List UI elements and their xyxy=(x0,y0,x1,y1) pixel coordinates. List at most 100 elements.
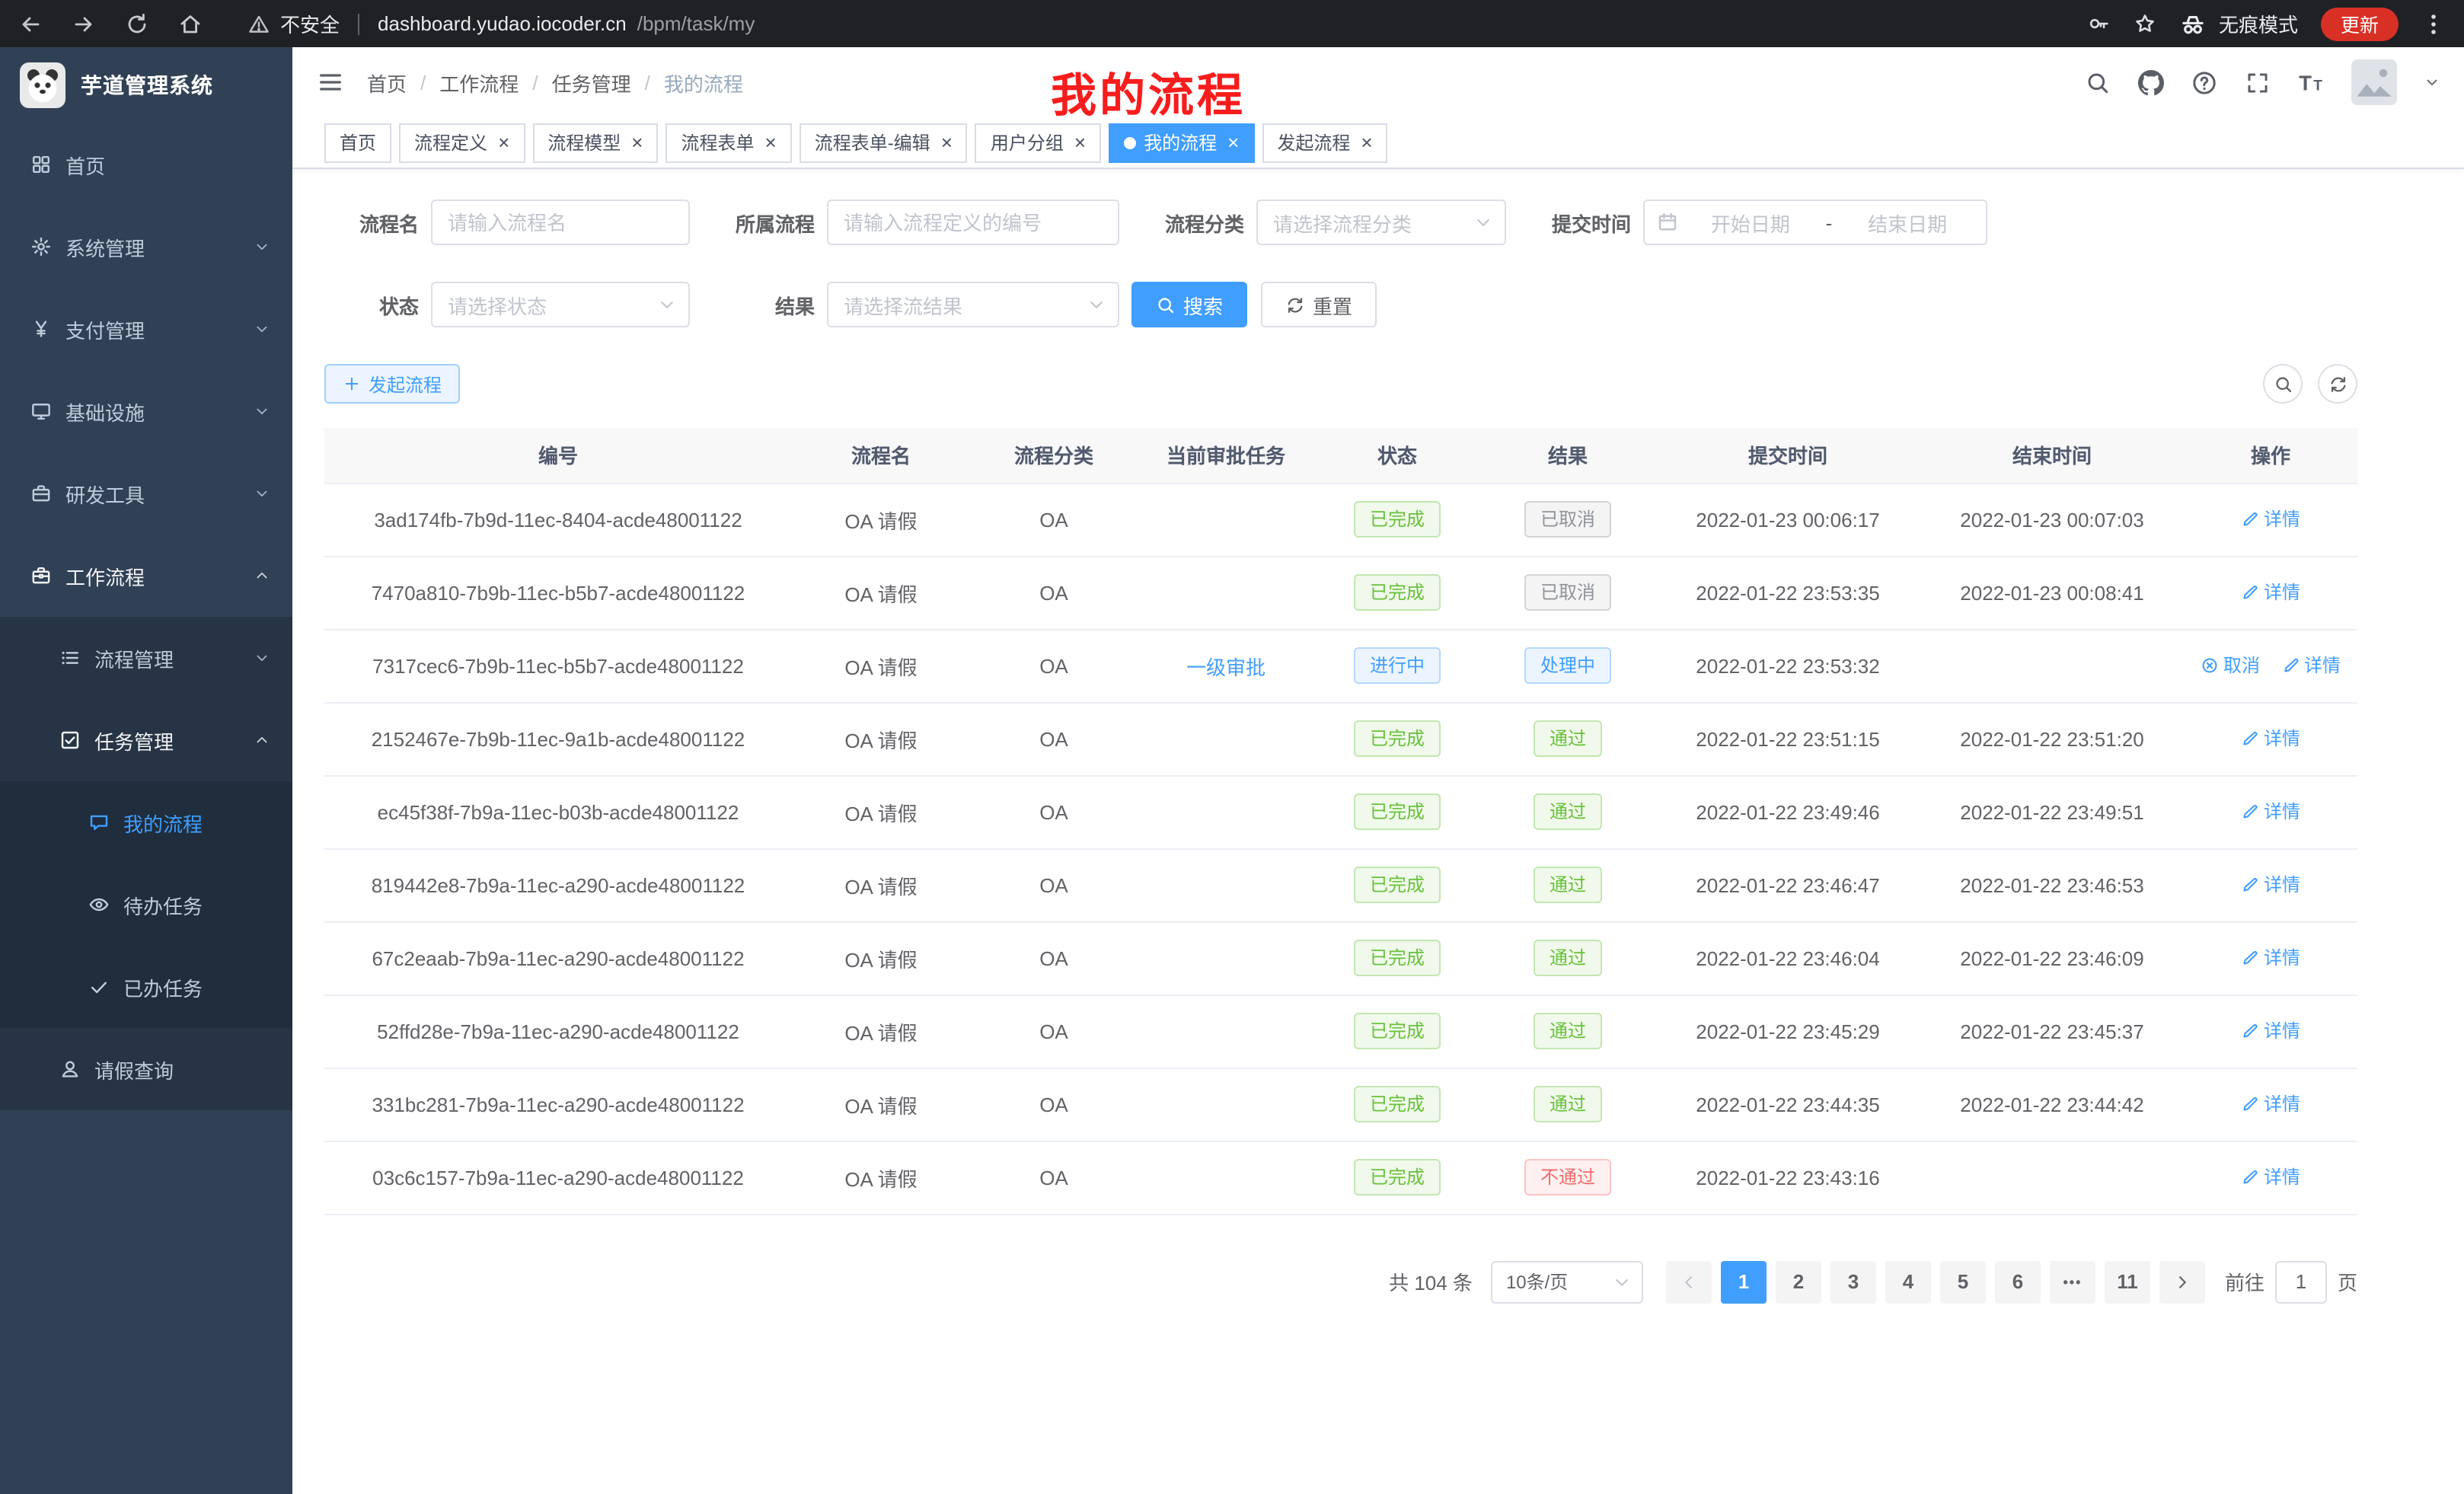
github-icon[interactable] xyxy=(2138,69,2164,95)
app-logo[interactable]: 芋道管理系统 xyxy=(0,47,292,123)
page-button-6[interactable]: 6 xyxy=(1995,1260,2041,1303)
user-avatar[interactable] xyxy=(2351,59,2397,105)
tab-start-process[interactable]: 发起流程× xyxy=(1262,123,1387,162)
avatar-caret-icon[interactable] xyxy=(2424,75,2440,90)
result-select[interactable]: 请选择流结果 xyxy=(827,282,1119,327)
detail-action-link[interactable]: 详情 xyxy=(2241,726,2300,752)
sidebar-item-workflow[interactable]: 工作流程 xyxy=(0,535,292,617)
show-search-button[interactable] xyxy=(2263,364,2303,404)
page-button-2[interactable]: 2 xyxy=(1776,1260,1821,1303)
font-size-icon[interactable]: TT xyxy=(2298,69,2324,95)
page-button-4[interactable]: 4 xyxy=(1885,1260,1931,1303)
page-button-1[interactable]: 1 xyxy=(1721,1260,1767,1303)
browser-back-icon[interactable] xyxy=(18,11,43,36)
table-row: 3ad174fb-7b9d-11ec-8404-acde48001122OA 请… xyxy=(324,483,2357,556)
tab-process-model[interactable]: 流程模型× xyxy=(532,123,658,162)
start-process-button[interactable]: 发起流程 xyxy=(324,364,460,404)
page-size-select[interactable]: 10条/页 xyxy=(1491,1260,1643,1303)
search-button[interactable]: 搜索 xyxy=(1131,282,1247,327)
detail-action-link[interactable]: 详情 xyxy=(2241,1164,2300,1190)
fullscreen-icon[interactable] xyxy=(2245,69,2271,95)
tab-close-icon[interactable]: × xyxy=(765,132,777,152)
edit-icon xyxy=(2241,729,2259,748)
detail-action-link[interactable]: 详情 xyxy=(2241,872,2300,898)
cell-actions: 详情 xyxy=(2184,1068,2357,1141)
tab-process-form[interactable]: 流程表单× xyxy=(665,123,791,162)
eye-icon xyxy=(88,894,110,915)
cell-process-name: OA 请假 xyxy=(792,921,970,994)
sidebar-item-payment[interactable]: 支付管理 xyxy=(0,288,292,370)
reset-button[interactable]: 重置 xyxy=(1261,282,1377,327)
breadcrumb-item[interactable]: 任务管理 xyxy=(552,68,631,97)
sidebar-toggle-icon[interactable] xyxy=(317,69,344,96)
detail-action-link[interactable]: 详情 xyxy=(2241,579,2300,605)
cell-category: OA xyxy=(970,994,1138,1068)
sidebar-item-label: 流程管理 xyxy=(94,643,174,672)
next-page-button[interactable] xyxy=(2159,1260,2205,1303)
password-key-icon[interactable] xyxy=(2088,12,2111,35)
cell-end-time: 2022-01-22 23:45:37 xyxy=(1920,994,2184,1068)
breadcrumb-item[interactable]: 首页 xyxy=(367,68,407,97)
status-select[interactable]: 请选择状态 xyxy=(431,282,690,327)
sidebar-item-todo-tasks[interactable]: 待办任务 xyxy=(0,864,292,946)
tab-process-definition[interactable]: 流程定义× xyxy=(399,123,525,162)
tab-home[interactable]: 首页 xyxy=(324,123,391,162)
tab-close-icon[interactable]: × xyxy=(631,132,643,152)
page-button-5[interactable]: 5 xyxy=(1940,1260,1986,1303)
tab-close-icon[interactable]: × xyxy=(1227,132,1239,152)
browser-home-icon[interactable] xyxy=(178,11,203,36)
sidebar-item-my-process[interactable]: 我的流程 xyxy=(0,781,292,864)
detail-action-link[interactable]: 详情 xyxy=(2241,1091,2300,1117)
tab-close-icon[interactable]: × xyxy=(1361,132,1372,152)
header-search-icon[interactable] xyxy=(2085,69,2111,95)
cell-process-name: OA 请假 xyxy=(792,1141,970,1214)
chrome-update-button[interactable]: 更新 xyxy=(2321,7,2399,40)
sidebar-item-infrastructure[interactable]: 基础设施 xyxy=(0,370,292,452)
current-task-link[interactable]: 一级审批 xyxy=(1186,656,1266,678)
tab-close-icon[interactable]: × xyxy=(941,132,953,152)
cancel-action-link[interactable]: 取消 xyxy=(2201,653,2260,678)
category-select[interactable]: 请选择流程分类 xyxy=(1256,200,1506,245)
detail-action-link[interactable]: 详情 xyxy=(2241,945,2300,971)
refresh-table-button[interactable] xyxy=(2318,364,2357,404)
refresh-icon xyxy=(2328,374,2348,394)
cell-end-time: 2022-01-23 00:08:41 xyxy=(1920,556,2184,629)
bookmark-star-icon[interactable] xyxy=(2134,12,2156,35)
sidebar-item-process-management[interactable]: 流程管理 xyxy=(0,617,292,699)
incognito-icon xyxy=(2179,10,2207,37)
sidebar-item-home[interactable]: 首页 xyxy=(0,123,292,206)
cell-actions: 详情 xyxy=(2184,994,2357,1068)
detail-action-link[interactable]: 详情 xyxy=(2281,653,2341,678)
process-name-input[interactable] xyxy=(431,200,690,245)
browser-reload-icon[interactable] xyxy=(125,11,149,36)
sidebar-item-done-tasks[interactable]: 已办任务 xyxy=(0,946,292,1028)
tab-my-process[interactable]: 我的流程× xyxy=(1109,123,1254,162)
sidebar-item-system[interactable]: 系统管理 xyxy=(0,206,292,288)
tab-process-form-edit[interactable]: 流程表单-编辑× xyxy=(800,123,968,162)
detail-action-link[interactable]: 详情 xyxy=(2241,506,2300,532)
tab-close-icon[interactable]: × xyxy=(498,132,509,152)
page-button-3[interactable]: 3 xyxy=(1830,1260,1876,1303)
breadcrumb-item[interactable]: 工作流程 xyxy=(439,68,519,97)
cell-result: 通过 xyxy=(1480,702,1655,775)
search-button-label: 搜索 xyxy=(1183,290,1223,319)
status-tag: 已完成 xyxy=(1355,1013,1440,1049)
help-icon[interactable] xyxy=(2191,69,2217,95)
sidebar-item-leave-query[interactable]: 请假查询 xyxy=(0,1028,292,1110)
browser-menu-icon[interactable] xyxy=(2421,11,2446,36)
tab-close-icon[interactable]: × xyxy=(1074,132,1086,152)
page-button-11[interactable]: 11 xyxy=(2105,1260,2150,1303)
detail-action-link[interactable]: 详情 xyxy=(2241,1018,2300,1044)
sidebar-item-devtools[interactable]: 研发工具 xyxy=(0,452,292,535)
sidebar-item-task-management[interactable]: 任务管理 xyxy=(0,699,292,781)
more-pages-button[interactable]: ••• xyxy=(2050,1260,2095,1303)
tab-user-group[interactable]: 用户分组× xyxy=(975,123,1101,162)
process-definition-input[interactable] xyxy=(827,200,1119,245)
browser-forward-icon[interactable] xyxy=(72,11,96,36)
goto-page-input[interactable] xyxy=(2275,1260,2327,1303)
detail-action-link[interactable]: 详情 xyxy=(2241,799,2300,825)
browser-actions: 无痕模式 更新 xyxy=(2088,7,2446,40)
submit-time-range-picker[interactable]: 开始日期 - 结束日期 xyxy=(1643,200,1987,245)
prev-page-button[interactable] xyxy=(1666,1260,1712,1303)
address-bar[interactable]: 不安全 dashboard.yudao.iocoder.cn/bpm/task/… xyxy=(248,9,2088,38)
